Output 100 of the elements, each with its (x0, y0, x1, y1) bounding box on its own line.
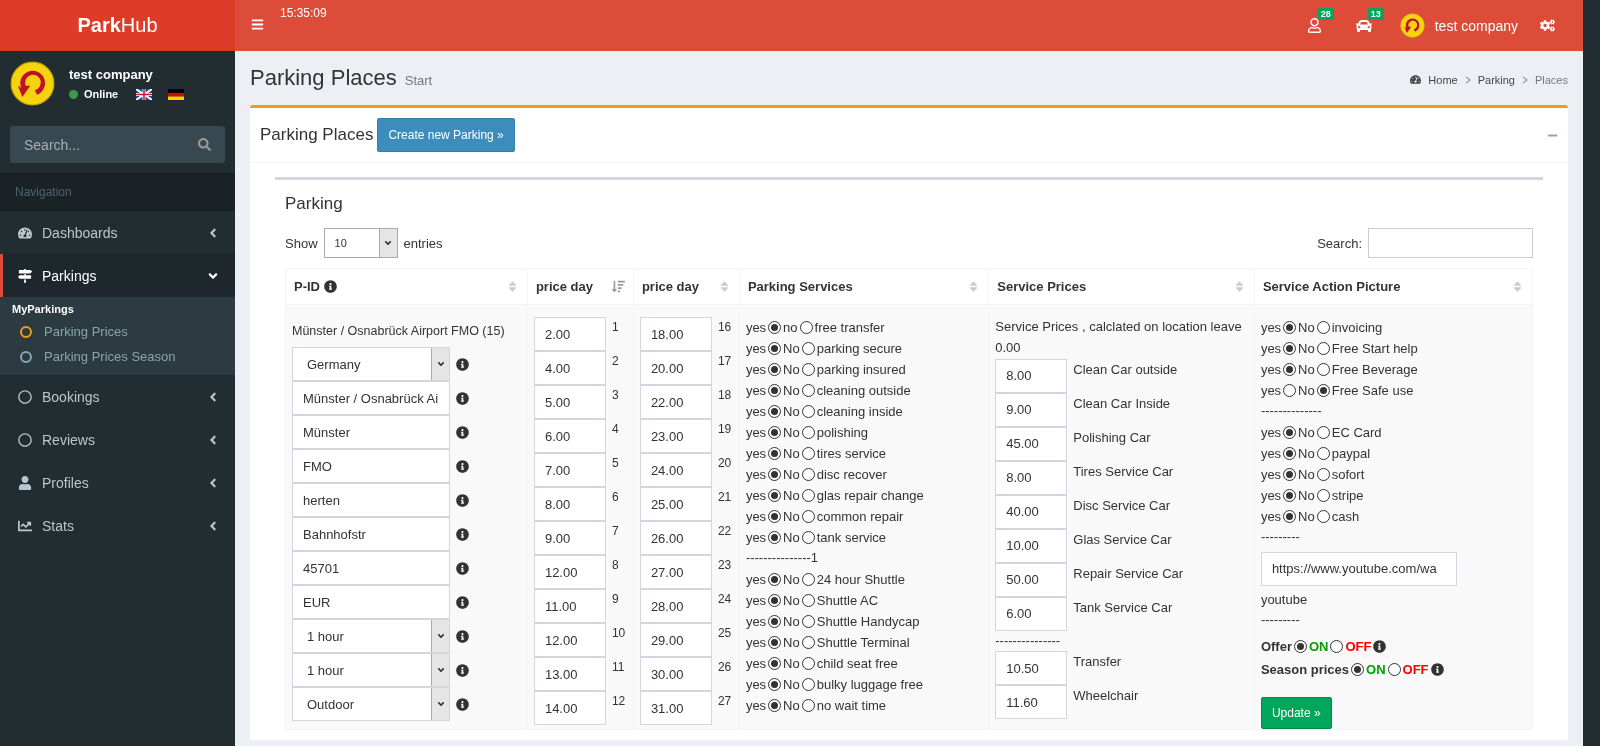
info-icon[interactable] (456, 561, 469, 575)
radio-button[interactable] (1316, 321, 1330, 334)
price-field[interactable]: 31.00 (639, 691, 712, 725)
price-field[interactable]: 18.00 (639, 317, 712, 351)
breadcrumb-link[interactable]: Places (1534, 73, 1568, 86)
info-icon[interactable] (1430, 663, 1444, 677)
column-header[interactable]: Service Prices (988, 268, 1255, 305)
price-field[interactable]: 12.00 (533, 623, 606, 657)
price-field[interactable]: 2.00 (533, 317, 606, 351)
radio-button[interactable] (1283, 467, 1297, 481)
nav-item[interactable]: Dashboards (0, 211, 235, 254)
info-icon[interactable] (456, 493, 469, 507)
radio-button[interactable] (768, 405, 782, 418)
radio-button[interactable] (1283, 384, 1297, 397)
price-field[interactable]: 4.00 (533, 351, 606, 385)
radio-button[interactable] (801, 698, 815, 712)
radio-button[interactable] (801, 593, 815, 607)
radio-button[interactable] (768, 342, 782, 355)
nav-item[interactable]: Stats (0, 504, 235, 547)
column-header[interactable]: price day (633, 268, 740, 305)
price-field[interactable]: 9.00 (533, 521, 606, 555)
text-field[interactable]: EUR (292, 585, 450, 619)
radio-button[interactable] (801, 635, 815, 649)
radio-button[interactable] (768, 572, 782, 586)
select-field[interactable]: 1 hour (292, 653, 450, 687)
page-length-select[interactable]: 10 (323, 228, 398, 258)
radio-button[interactable] (768, 593, 782, 607)
radio-button[interactable] (801, 447, 815, 460)
info-icon[interactable] (456, 629, 469, 643)
radio-button[interactable] (768, 489, 782, 502)
menu-icon[interactable] (251, 18, 264, 31)
search-field[interactable]: Search... (10, 126, 225, 163)
radio-button[interactable] (1283, 488, 1297, 502)
radio-button[interactable] (1316, 342, 1330, 355)
nav-item[interactable]: Parkings (0, 254, 235, 297)
radio-button[interactable] (1283, 446, 1297, 460)
nav-item[interactable]: Reviews (0, 418, 235, 461)
price-field[interactable]: 6.00 (533, 419, 606, 453)
sort-descending-icon[interactable] (611, 280, 625, 293)
uk-flag-icon[interactable] (136, 88, 153, 100)
price-field[interactable]: 50.00 (995, 562, 1068, 597)
price-field[interactable]: 23.00 (639, 419, 712, 453)
select-field[interactable]: Outdoor (292, 687, 450, 721)
settings-icon[interactable] (1540, 18, 1555, 33)
radio-button[interactable] (801, 572, 815, 586)
price-field[interactable]: 7.00 (533, 453, 606, 487)
radio-button[interactable] (1316, 425, 1330, 439)
radio-button[interactable] (1316, 363, 1330, 376)
select-field[interactable]: Germany (292, 347, 450, 381)
price-field[interactable]: 10.50 (995, 651, 1068, 686)
search-icon[interactable] (198, 138, 211, 151)
german-flag-icon[interactable] (168, 88, 185, 100)
radio-button[interactable] (1316, 467, 1330, 481)
price-field[interactable]: 26.00 (639, 521, 712, 555)
column-header[interactable]: Service Action Picture (1254, 268, 1533, 305)
brand-logo[interactable]: ParkHub (0, 0, 235, 51)
price-field[interactable]: 27.00 (639, 555, 712, 589)
radio-button[interactable] (768, 447, 782, 460)
price-field[interactable]: 13.00 (533, 657, 606, 691)
text-field[interactable]: FMO (292, 449, 450, 483)
text-field[interactable]: Münster / Osnabrück Ai (292, 381, 450, 415)
nav-item[interactable]: Bookings (0, 375, 235, 418)
price-field[interactable]: 45.00 (995, 426, 1068, 461)
radio-button[interactable] (768, 635, 782, 649)
create-button[interactable]: Create new Parking » (377, 118, 515, 152)
price-field[interactable]: 6.00 (995, 596, 1068, 631)
column-header[interactable]: P-ID (285, 268, 528, 305)
radio-button[interactable] (801, 531, 815, 544)
submenu-item[interactable]: Parking Prices Season (0, 344, 235, 369)
radio-button[interactable] (801, 363, 815, 376)
info-icon[interactable] (1373, 640, 1387, 654)
radio-button[interactable] (1316, 488, 1330, 502)
radio-button[interactable] (768, 363, 782, 376)
price-field[interactable]: 8.00 (995, 460, 1068, 495)
radio-button[interactable] (801, 510, 815, 523)
radio-button[interactable] (801, 614, 815, 628)
price-field[interactable]: 8.00 (533, 487, 606, 521)
column-header[interactable]: price day (527, 268, 634, 305)
radio-button[interactable] (1316, 509, 1330, 523)
radio-button[interactable] (768, 698, 782, 712)
price-field[interactable]: 20.00 (639, 351, 712, 385)
price-field[interactable]: 40.00 (995, 494, 1068, 529)
info-icon[interactable] (456, 459, 469, 473)
price-field[interactable]: 25.00 (639, 487, 712, 521)
price-field[interactable]: 29.00 (639, 623, 712, 657)
radio-button[interactable] (768, 531, 782, 544)
price-field[interactable]: 11.60 (995, 685, 1068, 720)
radio-button[interactable] (1283, 425, 1297, 439)
table-search-field[interactable] (1368, 228, 1533, 258)
radio-button[interactable] (1293, 640, 1307, 654)
price-field[interactable]: 28.00 (639, 589, 712, 623)
price-field[interactable]: 24.00 (639, 453, 712, 487)
price-field[interactable]: 9.00 (995, 392, 1068, 427)
select-field[interactable]: 1 hour (292, 619, 450, 653)
radio-button[interactable] (801, 489, 815, 502)
price-field[interactable]: 12.00 (533, 555, 606, 589)
radio-button[interactable] (768, 384, 782, 397)
radio-button[interactable] (768, 677, 782, 691)
radio-button[interactable] (768, 656, 782, 670)
radio-button[interactable] (1387, 663, 1401, 677)
